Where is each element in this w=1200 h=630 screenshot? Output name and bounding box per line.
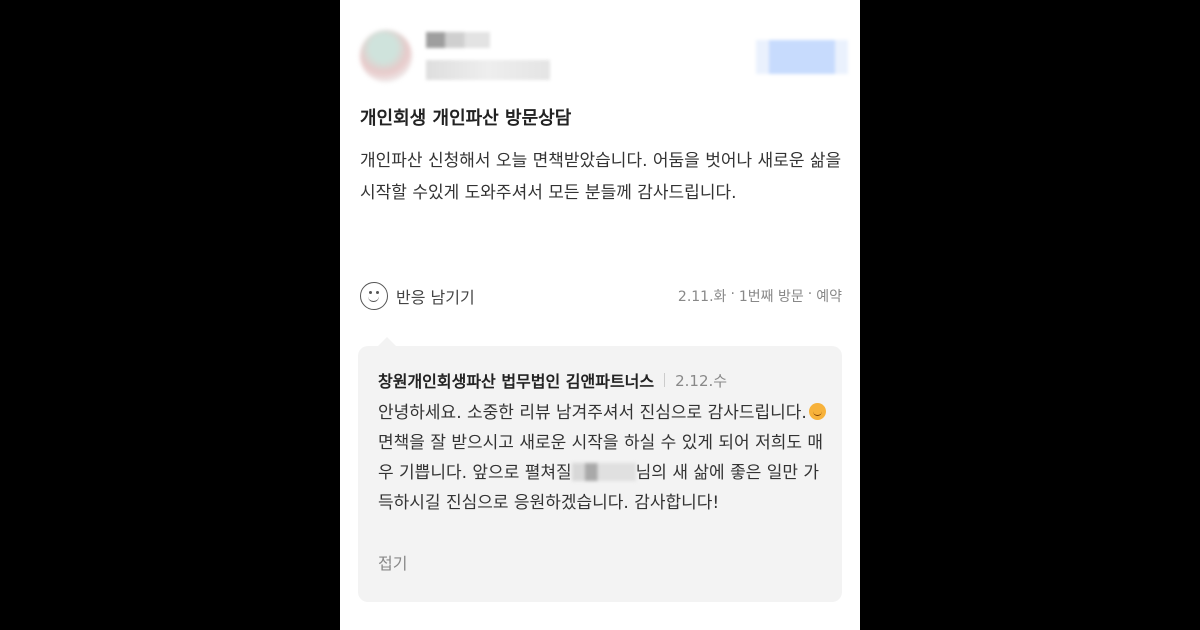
visit-count: 1번째 방문 [738, 289, 804, 305]
reaction-label: 반응 남기기 [396, 288, 475, 307]
visit-type: 예약 [816, 289, 842, 305]
reply-date: 2.12.수 [675, 371, 728, 390]
reply-text-1: 안녕하세요. 소중한 리뷰 남겨주셔서 진심으로 감사드립니다. [378, 403, 807, 423]
visit-info: 2.11.화 · 1번째 방문 · 예약 [678, 286, 842, 306]
reply-body: 안녕하세요. 소중한 리뷰 남겨주셔서 진심으로 감사드립니다. 면책을 잘 받… [378, 398, 830, 518]
fold-button[interactable]: 접기 [378, 550, 407, 574]
reviewer-meta-blurred [426, 60, 550, 80]
reviewer-avatar[interactable] [360, 30, 412, 82]
review-title: 개인회생 개인파산 방문상담 [360, 108, 572, 129]
masked-customer-name [571, 463, 636, 481]
review-body: 개인파산 신청해서 오늘 면책받았습니다. 어둠을 벗어나 새로운 삶을 시작할… [360, 151, 842, 203]
visit-separator: · [807, 286, 813, 302]
smiling-face-emoji [808, 403, 826, 420]
smile-face-icon [360, 282, 388, 310]
reply-notch [378, 337, 396, 346]
reply-author: 창원개인회생파산 법무법인 김앤파트너스 [378, 372, 655, 391]
owner-reply: 창원개인회생파산 법무법인 김앤파트너스 2.12.수 안녕하세요. 소중한 리… [358, 337, 842, 602]
reviewer-name-blurred[interactable] [426, 32, 490, 48]
reply-divider [664, 373, 666, 387]
review-card: 개인회생 개인파산 방문상담 개인파산 신청해서 오늘 면책받았습니다. 어둠을… [340, 0, 860, 630]
follow-button-blurred[interactable] [756, 40, 848, 74]
visit-date: 2.11.화 [677, 289, 727, 305]
reply-header: 창원개인회생파산 법무법인 김앤파트너스 2.12.수 [378, 368, 727, 392]
leave-reaction-button[interactable]: 반응 남기기 [360, 280, 475, 312]
visit-separator: · [730, 286, 735, 302]
